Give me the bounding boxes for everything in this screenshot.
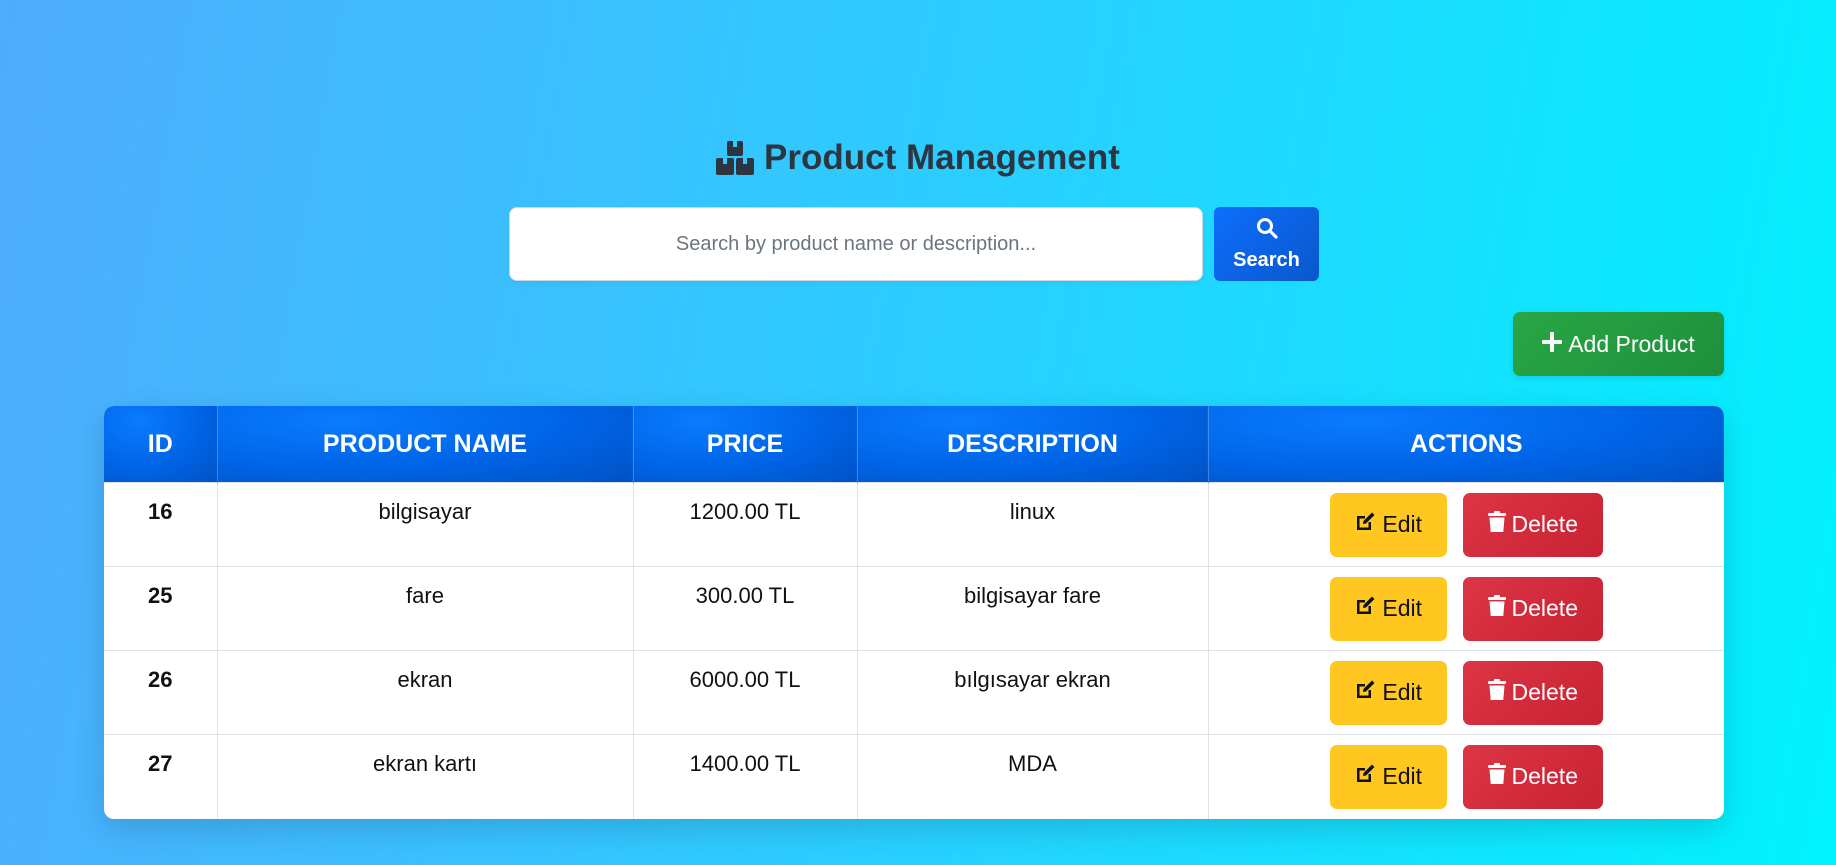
- products-table: ID PRODUCT NAME PRICE DESCRIPTION ACTION…: [104, 406, 1724, 819]
- table-row: 27 ekran kartı 1400.00 TL MDA Edit Delet…: [104, 734, 1724, 819]
- table-row: 16 bilgisayar 1200.00 TL linux Edit Dele…: [104, 482, 1724, 567]
- search-button[interactable]: Search: [1214, 207, 1319, 281]
- cell-price: 1200.00 TL: [633, 482, 858, 567]
- edit-button[interactable]: Edit: [1329, 744, 1447, 809]
- cell-description: linux: [857, 482, 1209, 567]
- trash-icon: [1487, 510, 1506, 539]
- search-input[interactable]: [509, 207, 1203, 281]
- table-header-row: ID PRODUCT NAME PRICE DESCRIPTION ACTION…: [104, 406, 1724, 483]
- trash-icon: [1487, 762, 1506, 791]
- column-header-actions: ACTIONS: [1208, 406, 1724, 483]
- cell-id: 16: [104, 482, 218, 567]
- column-header-id: ID: [104, 406, 218, 483]
- table-row: 26 ekran 6000.00 TL bılgısayar ekran Edi…: [104, 650, 1724, 735]
- cell-product-name: fare: [217, 566, 634, 651]
- edit-icon: [1354, 679, 1376, 707]
- trash-icon: [1487, 594, 1506, 623]
- cell-actions: Edit Delete: [1208, 734, 1724, 819]
- cell-price: 300.00 TL: [633, 566, 858, 651]
- cell-id: 25: [104, 566, 218, 651]
- boxes-icon: [716, 140, 755, 176]
- cell-actions: Edit Delete: [1208, 482, 1724, 567]
- edit-label: Edit: [1382, 763, 1423, 790]
- delete-label: Delete: [1511, 595, 1578, 621]
- cell-description: bilgisayar fare: [857, 566, 1209, 651]
- delete-label: Delete: [1511, 763, 1578, 790]
- edit-button[interactable]: Edit: [1329, 576, 1447, 641]
- delete-label: Delete: [1511, 511, 1578, 537]
- column-header-product-name: PRODUCT NAME: [217, 406, 634, 483]
- add-product-label: Add Product: [1568, 330, 1695, 357]
- cell-price: 1400.00 TL: [633, 734, 858, 819]
- search-icon: [1256, 217, 1278, 245]
- column-header-description: DESCRIPTION: [857, 406, 1209, 483]
- column-header-price: PRICE: [633, 406, 858, 483]
- search-bar: Search: [509, 207, 1319, 283]
- cell-product-name: ekran: [217, 650, 634, 735]
- add-product-button[interactable]: Add Product: [1513, 312, 1724, 376]
- edit-icon: [1354, 595, 1376, 623]
- edit-button[interactable]: Edit: [1329, 492, 1447, 557]
- edit-label: Edit: [1382, 511, 1423, 537]
- delete-label: Delete: [1511, 679, 1578, 705]
- cell-description: bılgısayar ekran: [857, 650, 1209, 735]
- edit-icon: [1354, 511, 1376, 539]
- cell-actions: Edit Delete: [1208, 566, 1724, 651]
- table-row: 25 fare 300.00 TL bilgisayar fare Edit D…: [104, 566, 1724, 651]
- edit-button[interactable]: Edit: [1329, 660, 1447, 725]
- page-header: Product Management: [0, 136, 1836, 180]
- trash-icon: [1487, 678, 1506, 707]
- edit-label: Edit: [1382, 679, 1423, 705]
- delete-button[interactable]: Delete: [1462, 492, 1603, 557]
- cell-id: 27: [104, 734, 218, 819]
- edit-label: Edit: [1382, 595, 1423, 621]
- delete-button[interactable]: Delete: [1462, 660, 1603, 725]
- search-button-label: Search: [1233, 248, 1300, 271]
- plus-icon: [1542, 331, 1563, 358]
- products-table-card: ID PRODUCT NAME PRICE DESCRIPTION ACTION…: [104, 406, 1724, 819]
- delete-button[interactable]: Delete: [1462, 576, 1603, 641]
- cell-product-name: bilgisayar: [217, 482, 634, 567]
- cell-description: MDA: [857, 734, 1209, 819]
- cell-actions: Edit Delete: [1208, 650, 1724, 735]
- page-title: Product Management: [764, 138, 1120, 177]
- cell-id: 26: [104, 650, 218, 735]
- edit-icon: [1354, 763, 1376, 791]
- cell-product-name: ekran kartı: [217, 734, 634, 819]
- cell-price: 6000.00 TL: [633, 650, 858, 735]
- delete-button[interactable]: Delete: [1462, 744, 1603, 809]
